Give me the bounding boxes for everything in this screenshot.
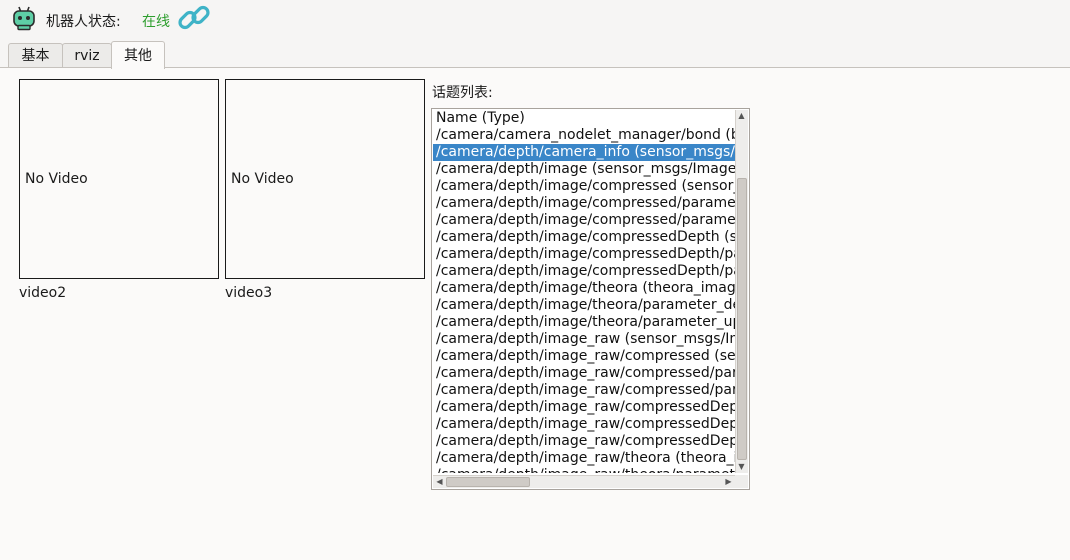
scroll-up-arrow-icon[interactable]: ▲ [736, 111, 747, 121]
tab-basic-label: 基本 [21, 48, 50, 64]
video3-placeholder: No Video [231, 171, 294, 187]
topic-list-item[interactable]: /camera/depth/image/theora/parameter_des… [433, 297, 735, 314]
topic-list-item[interactable]: /camera/depth/image/compressed/parameter… [433, 195, 735, 212]
tab-other[interactable]: 其他 [111, 41, 165, 69]
scroll-right-arrow-icon[interactable]: ▶ [723, 477, 734, 487]
topic-rows: Name (Type)/camera/camera_nodelet_manage… [433, 110, 735, 473]
topic-list-item[interactable]: /camera/depth/image_raw/compressed/param… [433, 382, 735, 399]
robot-status-value: 在线 [142, 14, 170, 30]
video2-view: No Video [19, 79, 219, 279]
vertical-scroll-thumb[interactable] [737, 178, 747, 460]
header-bar: 机器人状态: 在线 [0, 0, 1070, 40]
topic-list-item[interactable]: /camera/depth/image_raw/theora/parameter… [433, 467, 735, 473]
topic-list-item[interactable]: /camera/depth/image/compressedDepth (sen… [433, 229, 735, 246]
video2-placeholder: No Video [25, 171, 88, 187]
tab-other-label: 其他 [124, 48, 152, 64]
tab-rviz-label: rviz [74, 48, 100, 64]
video3-label: video3 [225, 285, 273, 301]
topic-list-item[interactable]: /camera/depth/image_raw/compressedDepth … [433, 399, 735, 416]
topic-list-item[interactable]: /camera/depth/image/compressed (sensor_m… [433, 178, 735, 195]
topic-list-item[interactable]: /camera/depth/image/compressedDepth/para… [433, 263, 735, 280]
video3-view: No Video [225, 79, 425, 279]
topic-list-item[interactable]: /camera/depth/image/theora (theora_image… [433, 280, 735, 297]
scrollbar-corner [735, 475, 748, 488]
tab-basic[interactable]: 基本 [8, 43, 63, 67]
topic-list-item[interactable]: /camera/depth/image (sensor_msgs/Image) [433, 161, 735, 178]
topic-list-item[interactable]: /camera/depth/image/compressed/parameter… [433, 212, 735, 229]
robot-status-label: 机器人状态: [46, 14, 121, 30]
tab-panel-other: No Video video2 No Video video3 话题列表: Na… [0, 67, 1070, 560]
topic-list-item[interactable]: /camera/depth/image_raw/compressed (sens… [433, 348, 735, 365]
topic-list-item[interactable]: /camera/depth/image/compressedDepth/para… [433, 246, 735, 263]
topic-list-title: 话题列表: [432, 85, 493, 101]
scroll-left-arrow-icon[interactable]: ◀ [434, 477, 445, 487]
topic-list-item[interactable]: /camera/depth/image_raw/theora (theora_i… [433, 450, 735, 467]
topic-list[interactable]: Name (Type)/camera/camera_nodelet_manage… [431, 108, 750, 490]
horizontal-scroll-thumb[interactable] [446, 477, 530, 487]
horizontal-scrollbar[interactable]: ◀ ▶ [433, 475, 735, 488]
topic-list-item[interactable]: /camera/depth/image/theora/parameter_upd… [433, 314, 735, 331]
vertical-scrollbar[interactable]: ▲ ▼ [735, 110, 748, 473]
topic-list-item[interactable]: /camera/depth/image_raw (sensor_msgs/Ima… [433, 331, 735, 348]
tab-rviz[interactable]: rviz [62, 43, 112, 67]
topic-list-item[interactable]: /camera/depth/camera_info (sensor_msgs/C… [433, 144, 735, 161]
topic-list-item[interactable]: /camera/camera_nodelet_manager/bond (bon… [433, 127, 735, 144]
link-icon [178, 5, 210, 30]
topic-list-item[interactable]: /camera/depth/image_raw/compressedDepth/… [433, 433, 735, 450]
scroll-down-arrow-icon[interactable]: ▼ [736, 462, 747, 472]
video2-label: video2 [19, 285, 67, 301]
robot-icon [13, 6, 35, 31]
topic-list-item[interactable]: /camera/depth/image_raw/compressed/param… [433, 365, 735, 382]
topic-list-header-row[interactable]: Name (Type) [433, 110, 735, 127]
topic-list-item[interactable]: /camera/depth/image_raw/compressedDepth/… [433, 416, 735, 433]
